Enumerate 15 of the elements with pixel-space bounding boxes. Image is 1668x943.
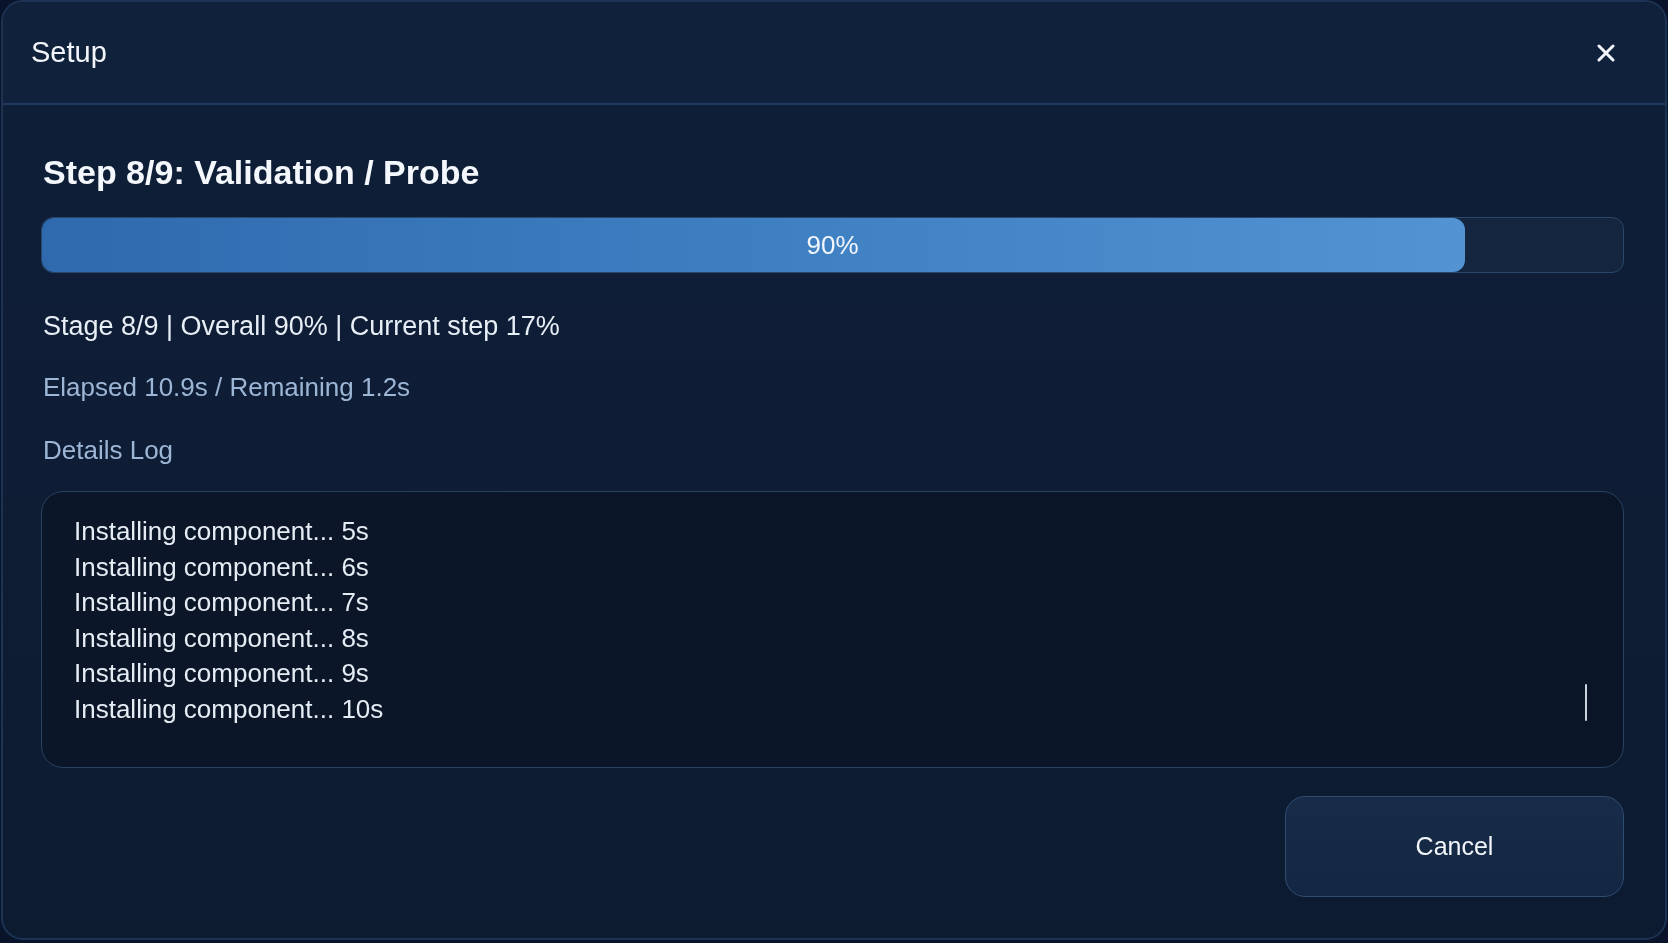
time-status-text: Elapsed 10.9s / Remaining 1.2s: [43, 371, 411, 403]
log-line: Installing component... 10s: [74, 692, 384, 726]
stage-status-text: Stage 8/9 | Overall 90% | Current step 17%: [43, 310, 560, 343]
log-line: Installing component... 7s: [74, 586, 369, 619]
window-title: Setup: [31, 36, 107, 69]
log-line: Installing component... 6s: [74, 550, 369, 584]
log-line: Installing component... 5s: [74, 515, 369, 548]
log-line: Installing component... 9s: [74, 657, 369, 690]
step-title: Step 8/9: Validation / Probe: [43, 152, 480, 192]
log-line: Installing component... 8s: [74, 621, 369, 655]
close-icon: [1597, 43, 1615, 62]
progress-label: 90%: [806, 229, 859, 261]
cancel-button[interactable]: Cancel: [1285, 796, 1624, 897]
scrollbar-thumb[interactable]: [1585, 684, 1587, 721]
log-label: Details Log: [43, 434, 174, 466]
